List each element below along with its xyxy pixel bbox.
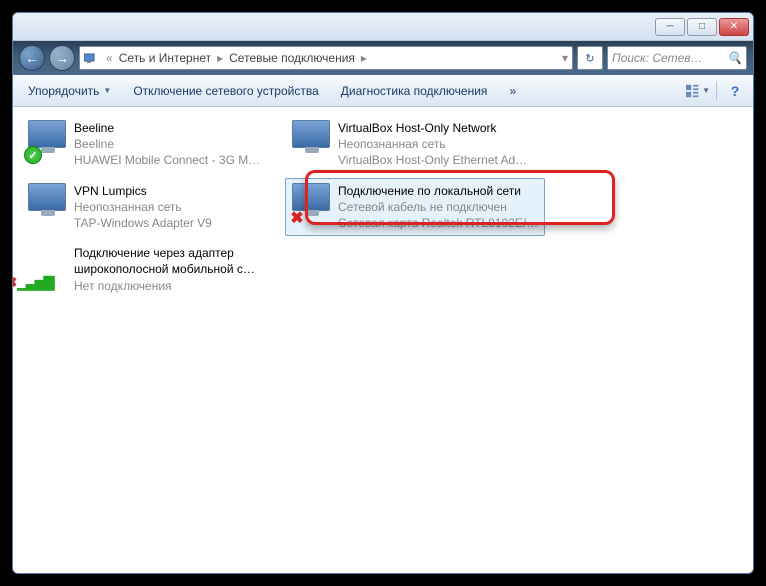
minimize-button[interactable]: ─ — [655, 18, 685, 36]
connection-title: VPN Lumpics — [74, 183, 212, 199]
status-error-badge: ✖ — [288, 209, 306, 227]
address-dropdown-icon[interactable]: ▾ — [562, 51, 568, 65]
connection-text: Beeline Beeline HUAWEI Mobile Connect - … — [74, 120, 260, 169]
content-area: ✓ Beeline Beeline HUAWEI Mobile Connect … — [13, 107, 753, 573]
connection-text: Подключение по локальной сети Сетевой ка… — [338, 183, 538, 232]
breadcrumb-segment[interactable]: Сетевые подключения — [229, 51, 355, 65]
help-button[interactable]: ? — [723, 79, 747, 103]
diagnose-label: Диагностика подключения — [341, 84, 488, 98]
connection-device: HUAWEI Mobile Connect - 3G M… — [74, 152, 260, 168]
search-icon: 🔍 — [727, 51, 742, 65]
breadcrumb-separator: ▸ — [361, 51, 367, 65]
connection-device: TAP-Windows Adapter V9 — [74, 215, 212, 231]
refresh-button[interactable]: ↻ — [577, 46, 603, 70]
chevron-down-icon: ▼ — [103, 86, 111, 95]
forward-button[interactable]: → — [49, 45, 75, 71]
network-adapter-icon: ✖ — [290, 183, 332, 225]
titlebar: ─ □ ✕ — [13, 13, 753, 41]
connection-text: Подключение через адаптер широкополосной… — [74, 245, 276, 294]
window-controls: ─ □ ✕ — [655, 18, 749, 36]
connection-text: VPN Lumpics Неопознанная сеть TAP-Window… — [74, 183, 212, 232]
address-bar[interactable]: « Сеть и Интернет ▸ Сетевые подключения … — [79, 46, 573, 70]
connection-device: Сетевая карта Realtek RTL8102E/… — [338, 215, 538, 231]
connection-subtitle: Beeline — [74, 136, 260, 152]
connection-title: VirtualBox Host-Only Network — [338, 120, 527, 136]
connection-subtitle: Неопознанная сеть — [338, 136, 527, 152]
mobile-adapter-icon: ✖▁▃▅▇ — [26, 245, 68, 287]
breadcrumb-segment[interactable]: Сеть и Интернет — [119, 51, 211, 65]
close-button[interactable]: ✕ — [719, 18, 749, 36]
network-adapter-icon — [290, 120, 332, 162]
network-panel-icon — [84, 52, 100, 64]
nav-bar: ← → « Сеть и Интернет ▸ Сетевые подключе… — [13, 41, 753, 75]
maximize-button[interactable]: □ — [687, 18, 717, 36]
more-label: » — [509, 84, 516, 98]
connection-device: VirtualBox Host-Only Ethernet Ad… — [338, 152, 527, 168]
more-commands-button[interactable]: » — [500, 79, 525, 103]
connection-item[interactable]: VirtualBox Host-Only Network Неопознанна… — [285, 115, 545, 174]
explorer-window: ─ □ ✕ ← → « Сеть и Интернет ▸ Сетевые по… — [12, 12, 754, 574]
connection-subtitle: Неопознанная сеть — [74, 199, 212, 215]
network-adapter-icon: ✓ — [26, 120, 68, 162]
connection-subtitle: Сетевой кабель не подключен — [338, 199, 538, 215]
connection-text: VirtualBox Host-Only Network Неопознанна… — [338, 120, 527, 169]
organize-label: Упорядочить — [28, 84, 99, 98]
organize-button[interactable]: Упорядочить ▼ — [19, 79, 120, 103]
diagnose-button[interactable]: Диагностика подключения — [332, 79, 497, 103]
connection-item[interactable]: VPN Lumpics Неопознанная сеть TAP-Window… — [21, 178, 281, 237]
disable-device-button[interactable]: Отключение сетевого устройства — [124, 79, 327, 103]
disable-label: Отключение сетевого устройства — [133, 84, 318, 98]
connection-title: Подключение по локальной сети — [338, 183, 538, 199]
separator — [716, 81, 717, 101]
connection-item[interactable]: ✖▁▃▅▇ Подключение через адаптер широкопо… — [21, 240, 281, 299]
search-placeholder: Поиск: Сетев… — [612, 51, 703, 65]
breadcrumb-separator: ▸ — [217, 51, 223, 65]
command-bar: Упорядочить ▼ Отключение сетевого устрой… — [13, 75, 753, 107]
connections-grid: ✓ Beeline Beeline HUAWEI Mobile Connect … — [21, 115, 745, 299]
connection-title: Подключение через адаптер широкополосной… — [74, 245, 276, 277]
connection-subtitle: Нет подключения — [74, 278, 276, 294]
network-adapter-icon — [26, 183, 68, 225]
signal-bars-icon: ✖▁▃▅▇ — [20, 273, 38, 291]
breadcrumb-separator: « — [106, 51, 113, 65]
connection-title: Beeline — [74, 120, 260, 136]
search-box[interactable]: Поиск: Сетев… 🔍 — [607, 46, 747, 70]
view-options-button[interactable]: ▼ — [686, 79, 710, 103]
connection-item[interactable]: ✓ Beeline Beeline HUAWEI Mobile Connect … — [21, 115, 281, 174]
back-button[interactable]: ← — [19, 45, 45, 71]
status-ok-badge: ✓ — [24, 146, 42, 164]
connection-item-selected[interactable]: ✖ Подключение по локальной сети Сетевой … — [285, 178, 545, 237]
